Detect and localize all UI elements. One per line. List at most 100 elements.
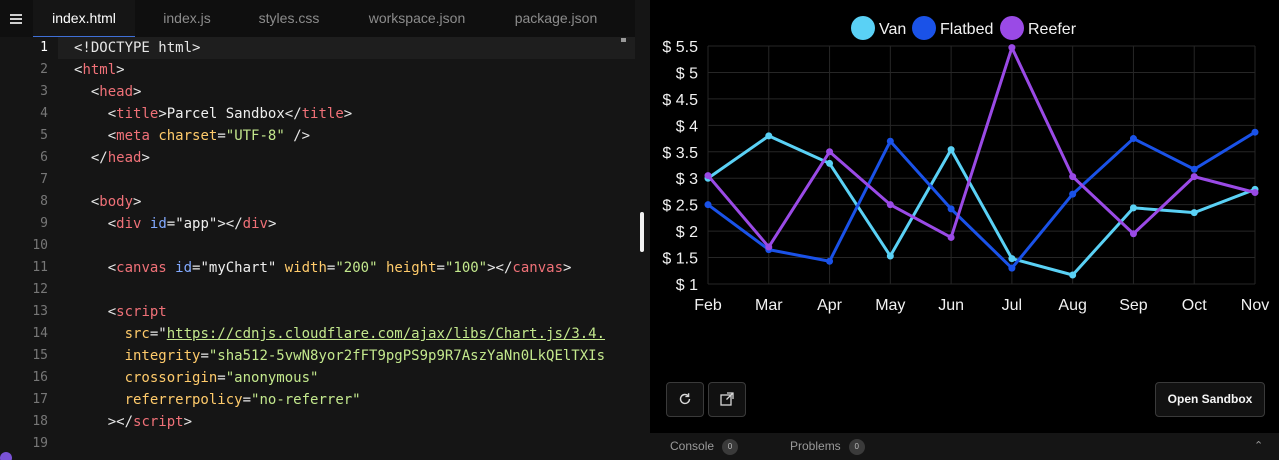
code-line[interactable]: <!DOCTYPE html> [74,37,635,59]
code-token: /> [293,128,311,144]
code-token: charset [158,128,218,144]
y-tick-label: $ 3.5 [662,145,698,162]
code-editor[interactable]: index.html index.js styles.css workspace… [0,0,635,460]
code-content[interactable]: <!DOCTYPE html> <html> <head> <title>Parc… [74,37,635,455]
code-token: > [141,150,150,166]
code-token: = [242,392,252,408]
line-number-gutter: 1 2 3 4 5 6 7 8 9 10 11 12 13 14 15 16 17 18 19 [0,37,58,455]
line-number: 6 [40,150,48,165]
tab-package-json[interactable]: package.json [499,0,613,37]
open-new-window-button[interactable] [708,382,746,417]
code-token: = [166,216,176,232]
tab-workspace-json[interactable]: workspace.json [355,0,479,37]
code-token: > [158,106,167,122]
code-line[interactable]: src="https://cdnjs.cloudflare.com/ajax/l… [74,323,635,345]
data-point-flatbed [886,137,894,145]
tab-index-html[interactable]: index.html [33,0,135,37]
code-token: "UTF-8" [225,128,285,144]
code-token: > [563,260,572,276]
x-tick-label: Jun [938,297,964,314]
code-token: canvas [116,260,167,276]
open-sandbox-button[interactable]: Open Sandbox [1155,382,1265,417]
code-token: "myChart" [200,260,277,276]
line-chart: $ 1 $ 1.5 $ 2 $ 2.5 $ 3 $ 3.5 $ 4 $ 4.5 $ 5 $ 5.5… [662,16,1269,314]
code-token: div [242,216,268,232]
code-line[interactable] [74,169,635,191]
code-line[interactable]: </head> [74,147,635,169]
x-tick-label: Apr [817,297,843,314]
code-token: referrerpolicy [124,392,243,408]
code-line[interactable]: <div id="app"></div> [74,213,635,235]
code-token: head [107,150,142,166]
code-token: <!DOCTYPE html> [74,40,201,56]
code-line[interactable]: <head> [74,81,635,103]
line-number: 11 [32,260,48,275]
data-point-reefer [704,172,712,180]
chevron-up-icon[interactable]: ⌃ [1254,439,1263,452]
code-line[interactable]: <body> [74,191,635,213]
code-line[interactable]: referrerpolicy="no-referrer" [74,389,635,411]
code-token: > [183,414,193,430]
external-link-icon [719,392,734,406]
problems-tab[interactable]: Problems 0 [790,433,865,460]
code-line[interactable]: <canvas id="myChart" width="200" height=… [74,257,635,279]
y-tick-label: $ 4.5 [662,92,698,109]
code-token: head [99,84,134,100]
line-number: 7 [40,172,48,187]
code-token: </ [90,150,108,166]
code-line[interactable] [74,279,635,301]
code-token: < [107,216,117,232]
line-number: 14 [32,326,48,341]
code-token: =" [149,326,167,342]
code-token: Parcel Sandbox [166,106,285,122]
code-token: "sha512-5vwN8yor2fFT9pgPS9p9R7AszYaNn0Lk… [208,348,606,364]
code-line[interactable]: integrity="sha512-5vwN8yor2fFT9pgPS9p9R7… [74,345,635,367]
code-token: "no-referrer" [251,392,361,408]
data-point-flatbed [1190,165,1198,173]
refresh-button[interactable] [666,382,704,417]
code-token: > [343,106,353,122]
series-line-flatbed [707,130,1256,270]
code-token: ></ [217,216,243,232]
pane-resize-handle[interactable] [640,212,644,252]
legend-marker-flatbed [912,16,936,40]
data-point-van [826,159,834,167]
menu-icon[interactable] [5,9,27,29]
code-token: height [385,260,437,276]
data-point-van [1190,209,1198,217]
data-point-flatbed [826,257,834,265]
data-point-flatbed [1069,190,1077,198]
data-point-reefer [1190,173,1198,181]
console-tab[interactable]: Console 0 [670,433,739,460]
code-line[interactable]: <meta charset="UTF-8" /> [74,125,635,147]
code-line[interactable]: crossorigin="anonymous" [74,367,635,389]
tab-index-js[interactable]: index.js [147,0,227,37]
code-token: "anonymous" [225,370,319,386]
data-point-reefer [1251,189,1259,197]
code-token: "app" [175,216,218,232]
code-token: https://cdnjs.cloudflare.com/ajax/libs/C… [166,326,606,342]
code-token: canvas [512,260,563,276]
code-line[interactable]: <script [74,301,635,323]
code-line[interactable]: <title>Parcel Sandbox</title> [74,103,635,125]
x-tick-label: Jul [1002,297,1022,314]
code-line[interactable]: ></script> [74,411,635,433]
code-token: id [175,260,193,276]
line-number: 4 [40,106,48,121]
code-line[interactable] [74,433,635,455]
data-point-reefer [947,233,955,241]
data-point-van [947,146,955,154]
legend-label-van: Van [879,21,906,38]
code-line[interactable]: <html> [74,59,635,81]
data-point-flatbed [704,201,712,209]
x-tick-label: Nov [1241,297,1269,314]
tab-styles-css[interactable]: styles.css [243,0,335,37]
code-line[interactable] [74,235,635,257]
